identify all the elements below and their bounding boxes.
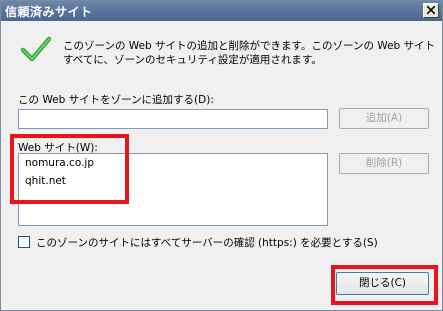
- window-close-button[interactable]: [423, 3, 439, 18]
- add-site-label: この Web サイトをゾーンに追加する(D):: [18, 94, 214, 106]
- checkmark-icon: [21, 36, 51, 62]
- close-icon: [427, 6, 435, 14]
- title-bar: 信頼済みサイト: [1, 1, 442, 21]
- add-button[interactable]: 追加(A): [339, 108, 429, 129]
- https-requirement-checkbox[interactable]: [18, 236, 30, 248]
- remove-button[interactable]: 削除(R): [339, 153, 429, 174]
- window-title: 信頼済みサイト: [5, 5, 93, 19]
- add-site-input[interactable]: [18, 109, 328, 129]
- highlight-box-websites: [10, 134, 129, 204]
- zone-info-text: このゾーンの Web サイトの追加と削除ができます。このゾーンの Web サイト…: [63, 40, 436, 66]
- trusted-sites-dialog: 信頼済みサイト このゾーンの Web サイトの追加と削除ができます。このゾーンの…: [0, 0, 443, 311]
- highlight-box-close: [331, 265, 438, 305]
- https-requirement-label[interactable]: このゾーンのサイトにはすべてサーバーの確認 (https:) を必要とする(S): [36, 235, 378, 250]
